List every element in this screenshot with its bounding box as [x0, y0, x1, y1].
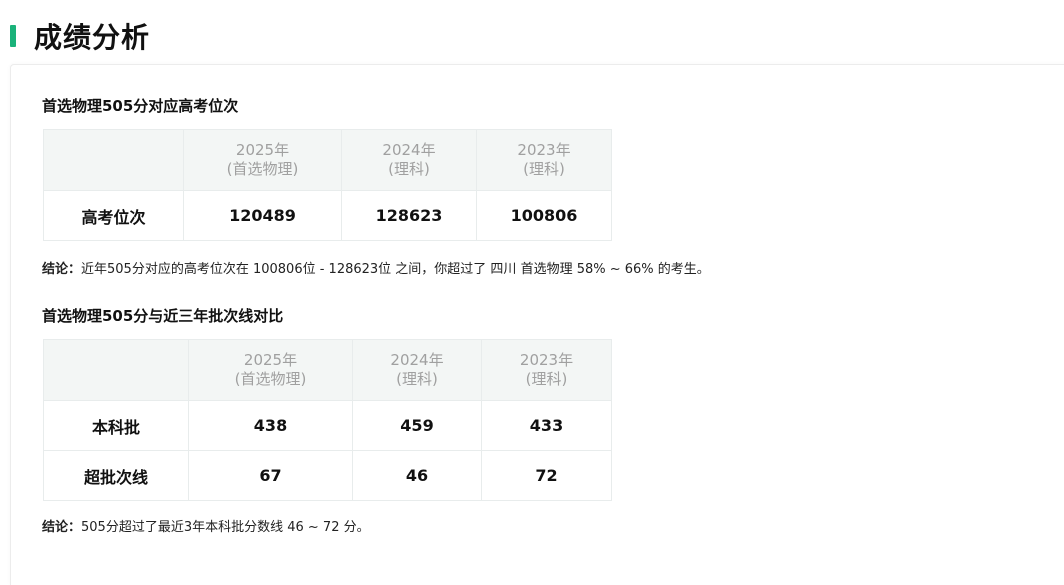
header-cell-2024: 2024年 (理科) [352, 339, 482, 401]
batch-conclusion: 结论：505分超过了最近3年本科批分数线 46 ~ 72 分。 [42, 516, 370, 535]
section-title-rank: 首选物理505分对应高考位次 [42, 97, 239, 115]
header-subject: (理科) [523, 160, 565, 178]
table-header-row: 2025年 (首选物理) 2024年 (理科) 2023年 (理科) [43, 129, 612, 191]
header-year: 2023年 [517, 141, 571, 159]
conclusion-label: 结论： [42, 262, 82, 277]
row-label: 本科批 [43, 400, 189, 451]
rank-2025: 120489 [183, 190, 342, 241]
header-cell-2025: 2025年 (首选物理) [183, 129, 342, 191]
header-cell-2024: 2024年 (理科) [341, 129, 477, 191]
rank-2023: 100806 [476, 190, 612, 241]
batch-2025: 438 [188, 400, 353, 451]
header-year: 2024年 [382, 141, 436, 159]
table-row: 高考位次 120489 128623 100806 [43, 190, 612, 241]
over-2024: 46 [352, 450, 482, 501]
analysis-card: 首选物理505分对应高考位次 2025年 (首选物理) 2024年 (理科) 2… [10, 64, 1064, 585]
header-cell-2023: 2023年 (理科) [481, 339, 612, 401]
conclusion-text: 近年505分对应的高考位次在 100806位 - 128623位 之间，你超过了… [81, 262, 710, 277]
header-year: 2023年 [519, 351, 574, 369]
header-cell-2023: 2023年 (理科) [476, 129, 612, 191]
row-label: 超批次线 [43, 450, 189, 501]
header-subject: (理科) [388, 160, 430, 178]
table-header-row: 2025年 (首选物理) 2024年 (理科) 2023年 (理科) [43, 339, 612, 401]
batch-2024: 459 [352, 400, 482, 451]
row-label: 高考位次 [43, 190, 184, 241]
header-subject: (首选物理) [226, 160, 299, 178]
over-2025: 67 [188, 450, 353, 501]
batch-table: 2025年 (首选物理) 2024年 (理科) 2023年 (理科) 本科批 4… [43, 339, 612, 501]
page-title: 成绩分析 [34, 21, 151, 54]
section-title-batch: 首选物理505分与近三年批次线对比 [42, 307, 284, 325]
header-subject: (理科) [396, 370, 438, 388]
header-year: 2025年 [243, 351, 298, 369]
title-accent-bar [10, 25, 16, 47]
table-row: 本科批 438 459 433 [43, 400, 612, 451]
header-cell-2025: 2025年 (首选物理) [188, 339, 353, 401]
rank-table: 2025年 (首选物理) 2024年 (理科) 2023年 (理科) 高考位次 … [43, 129, 612, 241]
conclusion-label: 结论： [42, 520, 82, 535]
page-header: 成绩分析 [10, 18, 150, 54]
conclusion-text: 505分超过了最近3年本科批分数线 46 ~ 72 分。 [81, 520, 370, 535]
table-row: 超批次线 67 46 72 [43, 450, 612, 501]
header-corner-cell [43, 129, 184, 191]
header-year: 2025年 [235, 141, 290, 159]
batch-2023: 433 [481, 400, 612, 451]
rank-2024: 128623 [341, 190, 477, 241]
header-subject: (首选物理) [234, 370, 307, 388]
header-corner-cell [43, 339, 189, 401]
header-subject: (理科) [525, 370, 568, 388]
over-2023: 72 [481, 450, 612, 501]
rank-conclusion: 结论：近年505分对应的高考位次在 100806位 - 128623位 之间，你… [42, 258, 710, 277]
header-year: 2024年 [390, 351, 444, 369]
